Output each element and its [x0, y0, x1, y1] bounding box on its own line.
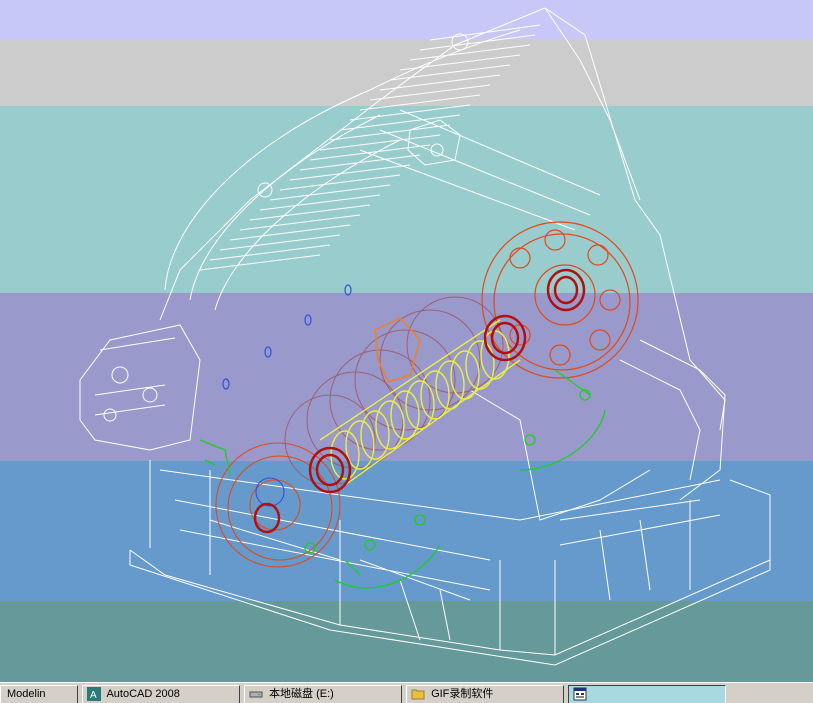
gear-hub-blue — [255, 477, 285, 507]
gear-lightening-hole — [549, 344, 571, 366]
housing-bolt — [111, 366, 129, 384]
taskbar-label: GIF录制软件 — [431, 688, 494, 700]
bracket-bolt — [414, 514, 426, 526]
housing-bolt — [103, 408, 117, 422]
taskbar-label: Modelin — [7, 688, 46, 700]
base-frame — [129, 460, 771, 666]
bracket-arc-right — [519, 369, 606, 471]
folder-icon — [411, 689, 425, 700]
gear-lightening-hole — [544, 229, 566, 251]
gear-rim-outer — [215, 442, 341, 568]
bracket-bolt — [524, 434, 536, 446]
gear-lightening-hole — [599, 289, 621, 311]
gear-lightening-hole — [509, 324, 531, 346]
drive-gear-left — [215, 442, 341, 568]
right-side-frame — [469, 339, 726, 521]
left-bearing-housing — [79, 324, 201, 451]
bearing-right-inner — [553, 275, 579, 305]
taskbar-item-local-disk[interactable]: 本地磁盘 (E:) — [244, 685, 402, 703]
gear-lightening-hole — [589, 329, 611, 351]
cad-model-viewport[interactable] — [0, 0, 813, 682]
blue-accents — [222, 284, 352, 390]
svg-text:A: A — [90, 690, 97, 701]
taskbar-item-autocad[interactable]: A AutoCAD 2008 — [82, 685, 240, 703]
housing-bolt — [142, 387, 158, 403]
shaft-coil — [420, 370, 450, 420]
rotor-disc — [354, 329, 456, 431]
shaft-coil — [375, 400, 405, 450]
blue-fastener — [222, 378, 230, 390]
bracket-hole — [430, 143, 444, 157]
hopper-outline — [159, 7, 726, 431]
taskbar-item-active-window[interactable] — [568, 685, 726, 703]
bracket-left — [199, 439, 231, 476]
taskbar-item-modelin[interactable]: Modelin — [0, 685, 78, 703]
drive-icon — [249, 691, 263, 698]
blue-fastener — [344, 284, 352, 296]
bracket-arc-lower — [334, 544, 441, 589]
taskbar-label: 本地磁盘 (E:) — [269, 688, 334, 700]
taskbar-item-gif-recorder[interactable]: GIF录制软件 — [406, 685, 564, 703]
bracket-bolt — [364, 539, 376, 551]
shaft-coil — [390, 390, 420, 440]
blue-fastener — [264, 346, 272, 358]
bearing-left-inner — [315, 453, 345, 487]
mounting-brackets — [199, 369, 606, 589]
shaft-coil — [345, 420, 375, 470]
gear-lightening-hole — [509, 247, 531, 269]
autocad-icon: A — [87, 687, 101, 701]
gear-hub — [534, 264, 596, 326]
machine-frame-wireframe — [79, 7, 771, 666]
blue-fastener — [304, 314, 312, 326]
taskbar-label: AutoCAD 2008 — [106, 688, 180, 700]
app-window-icon — [573, 687, 587, 701]
windows-taskbar: Modelin A AutoCAD 2008 本地磁盘 (E:) GIF录制软件 — [0, 682, 813, 703]
gear-lightening-hole — [587, 244, 609, 266]
base-cross-members — [174, 499, 721, 641]
